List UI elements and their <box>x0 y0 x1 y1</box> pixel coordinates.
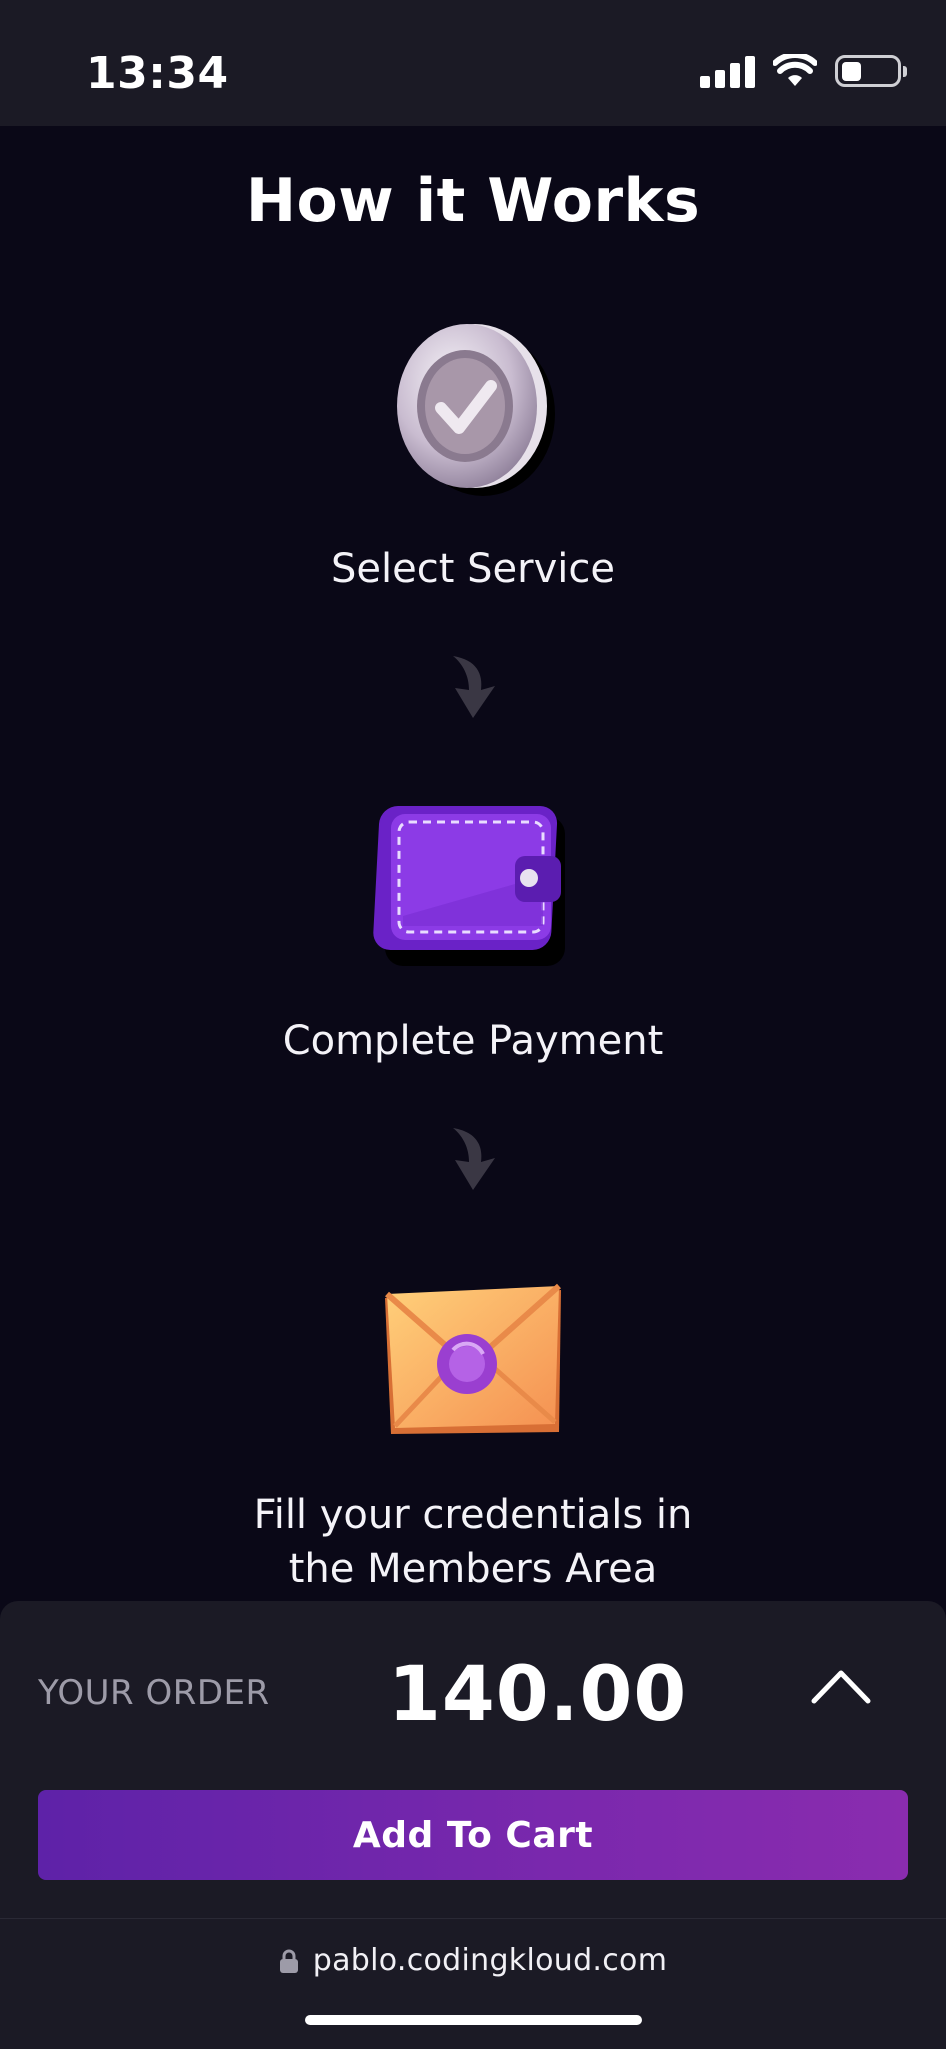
step-label-line-1: Fill your credentials in <box>253 1492 693 1538</box>
page-title: How it Works <box>245 166 701 236</box>
chevron-up-icon[interactable] <box>810 1665 872 1707</box>
step-label-line-2: the Members Area <box>288 1546 658 1592</box>
add-to-cart-button[interactable]: Add To Cart <box>38 1790 908 1880</box>
arrow-down-icon <box>453 656 495 718</box>
url-text: pablo.codingkloud.com <box>312 1943 668 1978</box>
order-label: YOUR ORDER <box>38 1673 270 1713</box>
browser-url-bar[interactable]: pablo.codingkloud.com <box>0 1918 946 2049</box>
step-label-complete-payment: Complete Payment <box>282 1018 664 1064</box>
how-it-works-section: How it Works Select Service Complete Pay… <box>0 126 946 1601</box>
step-label-select-service: Select Service <box>331 546 615 592</box>
order-panel: YOUR ORDER 140.00 Add To Cart <box>0 1601 946 1918</box>
url-display[interactable]: pablo.codingkloud.com <box>0 1943 946 1978</box>
step-label-credentials: Fill your credentials in the Members Are… <box>0 1488 946 1596</box>
envelope-icon <box>385 1283 561 1434</box>
battery-icon <box>835 55 907 87</box>
check-coin-icon <box>397 324 555 496</box>
status-icons <box>700 54 907 88</box>
wallet-icon <box>373 806 565 966</box>
lock-icon <box>279 1949 298 1973</box>
wifi-icon <box>773 54 817 86</box>
arrow-down-icon <box>453 1128 495 1190</box>
status-time: 13:34 <box>86 48 229 99</box>
signal-icon <box>700 54 755 88</box>
home-indicator[interactable] <box>305 2015 642 2025</box>
status-bar: 13:34 <box>0 0 946 126</box>
order-total: 140.00 <box>388 1649 688 1738</box>
